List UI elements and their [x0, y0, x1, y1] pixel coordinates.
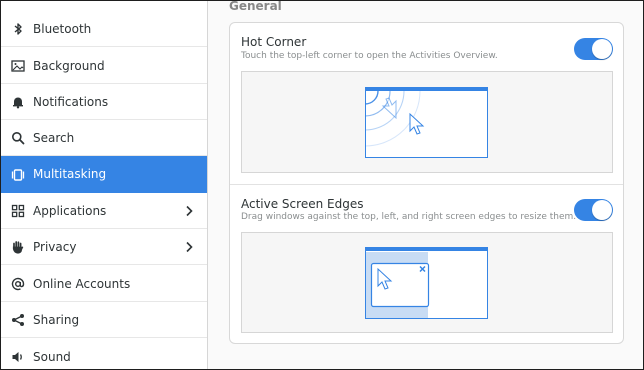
sidebar-item-label: Notifications	[33, 94, 109, 109]
sidebar-item-privacy[interactable]: Privacy	[1, 229, 207, 265]
sidebar-item-label: Privacy	[33, 239, 77, 254]
active-edges-description: Drag windows against the top, left, and …	[241, 212, 577, 222]
switch-knob	[592, 200, 612, 220]
section-title: General	[229, 0, 282, 13]
chevron-right-icon	[186, 205, 193, 217]
sidebar-item-label: Applications	[33, 203, 107, 218]
sidebar-item-label: Sound	[33, 350, 71, 364]
active-edges-switch[interactable]	[574, 199, 613, 221]
chevron-right-icon	[186, 241, 193, 253]
sidebar-item-label: Online Accounts	[33, 276, 131, 291]
background-icon	[11, 60, 25, 72]
apps-grid-icon	[11, 204, 25, 218]
multitasking-icon	[11, 169, 25, 181]
hot-corner-switch[interactable]	[574, 38, 613, 60]
bluetooth-icon	[14, 23, 22, 35]
search-icon	[12, 132, 25, 145]
hot-corner-title: Hot Corner	[241, 35, 307, 49]
settings-card: Hot Corner Touch the top-left corner to …	[229, 22, 624, 344]
bell-icon	[13, 97, 23, 109]
active-edges-title: Active Screen Edges	[241, 197, 364, 211]
active-edges-preview	[241, 232, 613, 333]
sidebar-item-label: Bluetooth	[33, 21, 92, 36]
sidebar-item-background[interactable]: Background	[1, 48, 207, 84]
main-panel: General Hot Corner Touch the top-left co…	[208, 0, 643, 369]
hot-corner-illustration	[364, 87, 488, 158]
sidebar: Bluetooth Background Notifications Searc…	[1, 1, 208, 369]
sidebar-item-applications[interactable]: Applications	[1, 193, 207, 229]
sidebar-item-multitasking[interactable]: Multitasking	[1, 156, 207, 193]
sidebar-item-label: Background	[33, 58, 105, 73]
active-edges-illustration	[365, 247, 488, 319]
hot-corner-preview	[241, 71, 613, 173]
sidebar-item-sharing[interactable]: Sharing	[1, 302, 207, 338]
sidebar-item-online-accounts[interactable]: Online Accounts	[1, 266, 207, 302]
sidebar-item-label: Multitasking	[33, 167, 107, 181]
sidebar-item-label: Sharing	[33, 312, 80, 327]
settings-window: Bluetooth Background Notifications Searc…	[0, 0, 644, 370]
hand-icon	[12, 241, 24, 254]
sidebar-item-search[interactable]: Search	[1, 120, 207, 156]
share-icon	[12, 314, 24, 326]
speaker-icon	[12, 352, 22, 362]
switch-knob	[592, 39, 612, 59]
sidebar-item-label: Search	[33, 130, 75, 145]
hot-corner-description: Touch the top-left corner to open the Ac…	[241, 51, 498, 61]
at-icon	[11, 277, 25, 291]
sidebar-item-sound[interactable]: Sound	[1, 339, 207, 369]
sidebar-item-bluetooth[interactable]: Bluetooth	[1, 11, 207, 47]
sidebar-item-notifications[interactable]: Notifications	[1, 84, 207, 120]
row-divider	[230, 184, 623, 185]
